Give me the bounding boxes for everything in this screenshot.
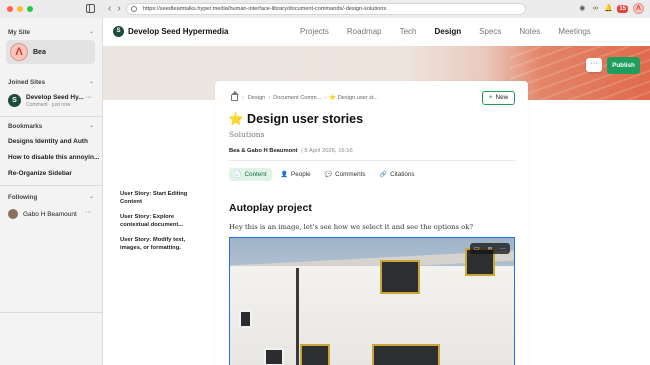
my-site-card[interactable]: Λ Bea — [6, 40, 95, 64]
document-icon: 📄 — [234, 172, 242, 178]
joined-site-subtitle: Comment · just now — [26, 102, 71, 108]
link-icon[interactable]: ∞ — [488, 246, 492, 252]
following-heading: Following — [8, 194, 38, 201]
notification-badge[interactable]: 15 — [617, 4, 628, 13]
following-item[interactable]: Gabo H Beamount ··· — [8, 208, 98, 220]
bell-icon[interactable]: 🔔 — [604, 5, 613, 13]
my-site-heading: My Site — [8, 29, 31, 36]
divider — [229, 160, 515, 161]
divider — [0, 312, 102, 313]
window-controls — [7, 6, 33, 12]
publish-button[interactable]: Publish — [607, 57, 640, 74]
image-toolbar: ▭ ∞ ··· — [470, 243, 510, 254]
seed-logo-icon[interactable]: S — [113, 26, 124, 37]
chevron-down-icon[interactable]: ⌄ — [89, 193, 94, 200]
tab-citations[interactable]: 🔗 Citations — [375, 168, 420, 181]
paragraph: Hey this is an image, let's see how we s… — [229, 223, 473, 231]
bookmark-item[interactable]: Designs Identity and Auth — [8, 138, 88, 145]
divider — [0, 116, 102, 117]
more-icon[interactable]: ··· — [500, 246, 506, 252]
nav-notes[interactable]: Notes — [519, 27, 540, 36]
more-icon[interactable]: ··· — [85, 209, 92, 216]
nav-specs[interactable]: Specs — [479, 27, 501, 36]
chevron-down-icon[interactable]: ⌄ — [89, 122, 94, 129]
nav-tech[interactable]: Tech — [400, 27, 417, 36]
comment-icon: 💬 — [324, 172, 333, 178]
sidebar-toggle-icon[interactable] — [86, 4, 95, 13]
site-nav: Projects Roadmap Tech Design Specs Notes… — [300, 27, 609, 36]
site-header: S Develop Seed Hypermedia Projects Roadm… — [103, 18, 650, 46]
toc-item[interactable]: User Story: Explore contextual document.… — [120, 214, 200, 230]
back-icon[interactable]: ‹ — [108, 3, 111, 14]
minimize-window-button[interactable] — [17, 6, 23, 12]
breadcrumb-item[interactable]: ⭐ Design user st... — [329, 95, 378, 101]
home-icon[interactable] — [231, 91, 239, 101]
joined-sites-heading: Joined Sites — [8, 79, 46, 86]
author-names[interactable]: Bea & Gabo H Beaumont — [229, 148, 298, 154]
document-card: › Design › Document Comm... › ⭐ Design u… — [215, 81, 528, 365]
tab-label: Content — [244, 171, 267, 178]
nav-arrows: ‹ › — [108, 3, 121, 14]
document-date: | 8 April 2026, 16:16 — [301, 148, 353, 154]
tab-content[interactable]: 📄 Content — [229, 168, 272, 181]
bookmarks-heading: Bookmarks — [8, 123, 43, 130]
breadcrumb: › Design › Document Comm... › ⭐ Design u… — [231, 91, 378, 101]
bookmark-item[interactable]: How to disable this annoyin... — [8, 154, 99, 161]
section-heading: Autoplay project — [229, 202, 312, 214]
forward-icon[interactable]: › — [117, 3, 120, 14]
person-icon: 👤 — [280, 172, 289, 178]
breadcrumb-item[interactable]: Document Comm... — [273, 95, 321, 101]
toc-item[interactable]: User Story: Modify text, images, or form… — [120, 237, 200, 253]
tab-people[interactable]: 👤 People — [276, 168, 316, 181]
chevron-down-icon[interactable]: ⌄ — [89, 28, 94, 35]
my-site-name: Bea — [33, 48, 46, 56]
url-bar[interactable]: https://seedteamtalks.hyper.media/human-… — [126, 3, 526, 15]
url-text: https://seedteamtalks.hyper.media/human-… — [143, 6, 387, 12]
comment-icon[interactable]: ▭ — [474, 245, 480, 252]
close-window-button[interactable] — [7, 6, 13, 12]
divider — [0, 185, 102, 186]
new-label: New — [495, 94, 509, 101]
site-brand-name[interactable]: Develop Seed Hypermedia — [128, 27, 228, 36]
link-icon[interactable]: ∞ — [591, 5, 599, 13]
maximize-window-button[interactable] — [27, 6, 33, 12]
plus-icon: + — [488, 94, 493, 101]
site-avatar: Λ — [10, 43, 28, 61]
new-document-button[interactable]: + New — [482, 91, 515, 105]
breadcrumb-item[interactable]: Design — [248, 95, 265, 101]
tab-label: Citations — [390, 171, 415, 178]
link-icon: 🔗 — [379, 172, 388, 178]
document-authors: Bea & Gabo H Beaumont | 8 April 2026, 16… — [229, 148, 353, 154]
nav-meetings[interactable]: Meetings — [558, 27, 590, 36]
main-content: S Develop Seed Hypermedia Projects Roadm… — [103, 18, 650, 365]
user-avatar[interactable]: Λ — [633, 3, 644, 14]
avatar — [8, 209, 18, 219]
tab-label: People — [291, 171, 311, 178]
toolbar-right-icons: ◉ ∞ 🔔 15 Λ — [578, 3, 644, 14]
tab-label: Comments — [335, 171, 366, 178]
more-options-button[interactable]: ··· — [586, 58, 602, 72]
page-subtitle: Solutions — [229, 130, 265, 139]
joined-site-item[interactable]: S Develop Seed Hy... Comment · just now … — [8, 94, 98, 110]
nav-design[interactable]: Design — [435, 27, 462, 36]
following-name: Gabo H Beamount — [23, 210, 77, 218]
joined-site-title: Develop Seed Hy... — [26, 94, 84, 101]
nav-roadmap[interactable]: Roadmap — [347, 27, 382, 36]
embedded-image[interactable]: ▭ ∞ ··· — [229, 237, 515, 365]
document-tabs: 📄 Content 👤 People 💬 Comments 🔗 Citations — [229, 168, 420, 181]
sidebar: My Site ⌄ Λ Bea Joined Sites ⌄ S Develop… — [0, 18, 103, 365]
page-title: ⭐ Design user stories — [228, 112, 364, 126]
toc-item[interactable]: User Story: Start Editing Content — [120, 191, 200, 207]
browser-toolbar: ‹ › https://seedteamtalks.hyper.media/hu… — [0, 0, 650, 18]
tab-comments[interactable]: 💬 Comments — [320, 168, 371, 181]
chevron-down-icon[interactable]: ⌄ — [89, 78, 94, 85]
bookmark-item[interactable]: Re-Organize Sidebar — [8, 170, 72, 177]
rss-icon[interactable]: ◉ — [578, 5, 586, 13]
more-icon[interactable]: ··· — [85, 94, 92, 101]
search-icon — [131, 6, 137, 12]
seed-logo-icon: S — [8, 94, 21, 107]
nav-projects[interactable]: Projects — [300, 27, 329, 36]
